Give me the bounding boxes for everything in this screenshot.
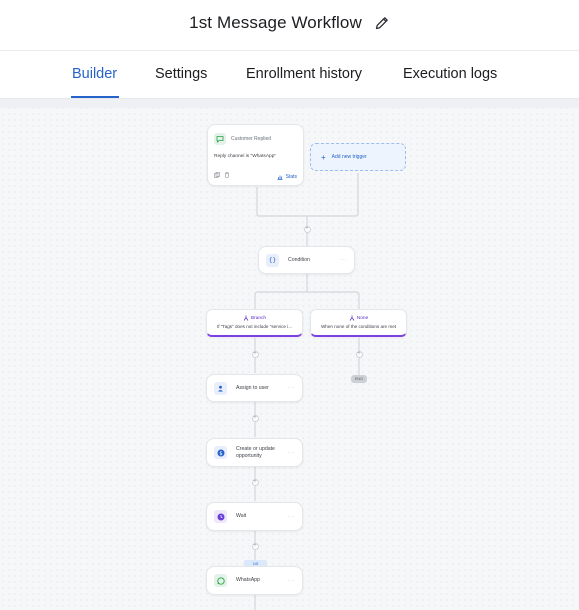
pencil-icon[interactable]	[374, 15, 390, 31]
active-tab-indicator	[71, 96, 119, 98]
branch-icon	[349, 315, 355, 321]
step-label: Wait	[236, 513, 247, 520]
branch-description: If "Tags" does not include "service i...	[216, 324, 293, 329]
more-icon[interactable]: ···	[340, 257, 348, 263]
workflow-canvas[interactable]: Customer Replied Reply channel is "Whats…	[0, 99, 579, 610]
branch-title: None	[311, 315, 406, 321]
branch-description: When none of the conditions are met	[320, 324, 397, 329]
step-assign-to-user[interactable]: Assign to user ···	[206, 374, 303, 402]
add-step-plus-branch[interactable]: +	[251, 350, 259, 358]
add-step-plus[interactable]: +	[251, 414, 259, 422]
clock-icon	[214, 510, 227, 523]
add-step-plus-after-trigger[interactable]: +	[303, 225, 311, 233]
tab-settings[interactable]: Settings	[155, 66, 207, 82]
branch-icon	[243, 315, 249, 321]
svg-text:$: $	[219, 451, 222, 457]
dollar-icon: $	[214, 446, 227, 459]
step-label: WhatsApp	[236, 577, 260, 584]
add-step-plus[interactable]: +	[251, 542, 259, 550]
branch-title-text: None	[356, 315, 369, 321]
trigger-footer-icons	[214, 172, 230, 180]
more-icon[interactable]: ···	[288, 450, 296, 456]
branch-title: Branch	[207, 315, 302, 321]
condition-label: Condition	[288, 256, 310, 263]
more-icon[interactable]: ···	[288, 514, 296, 520]
step-label: Assign to user	[236, 384, 269, 391]
chat-icon	[214, 133, 226, 145]
step-whatsapp[interactable]: WhatsApp ···	[206, 566, 303, 595]
trigger-stats-link[interactable]: Stats	[277, 174, 297, 180]
add-trigger-label: Add new trigger	[331, 154, 367, 160]
step-create-or-update-opportunity[interactable]: $ Create or update opportunity ···	[206, 438, 303, 467]
add-step-plus[interactable]: +	[251, 478, 259, 486]
step-label: Create or update opportunity	[236, 446, 275, 459]
workflow-title: 1st Message Workflow	[189, 13, 362, 32]
stats-label: Stats	[285, 174, 297, 180]
add-step-plus-none[interactable]: +	[355, 350, 363, 358]
bar-chart-icon	[277, 175, 283, 180]
whatsapp-icon	[214, 574, 227, 587]
tab-execution-logs[interactable]: Execution logs	[403, 66, 497, 82]
trash-icon[interactable]	[224, 172, 230, 178]
trigger-title: Customer Replied	[231, 136, 272, 142]
braces-icon: {}	[266, 253, 279, 267]
more-icon[interactable]: ···	[288, 385, 296, 391]
more-icon[interactable]: ···	[288, 578, 296, 584]
add-new-trigger-button[interactable]: + Add new trigger	[310, 143, 406, 171]
workflow-header: 1st Message Workflow	[0, 0, 579, 51]
trigger-detail: Reply channel is "WhatsApp"	[214, 154, 277, 159]
tab-bar: Builder Settings Enrollment history Exec…	[0, 51, 579, 99]
tab-enrollment-history[interactable]: Enrollment history	[246, 66, 362, 82]
tab-builder[interactable]: Builder	[72, 66, 117, 82]
branch-node-none[interactable]: None When none of the conditions are met	[310, 309, 407, 337]
end-badge: END	[351, 375, 367, 383]
title-wrap: 1st Message Workflow	[0, 13, 579, 33]
trigger-card-customer-replied[interactable]: Customer Replied Reply channel is "Whats…	[207, 124, 304, 186]
step-wait[interactable]: Wait ···	[206, 502, 303, 531]
copy-icon[interactable]	[214, 172, 220, 178]
branch-title-text: Branch	[250, 315, 267, 321]
plus-icon: +	[321, 152, 326, 162]
branch-node-branch[interactable]: Branch If "Tags" does not include "servi…	[206, 309, 303, 337]
user-icon	[214, 381, 227, 395]
condition-node[interactable]: {} Condition ···	[258, 246, 355, 274]
